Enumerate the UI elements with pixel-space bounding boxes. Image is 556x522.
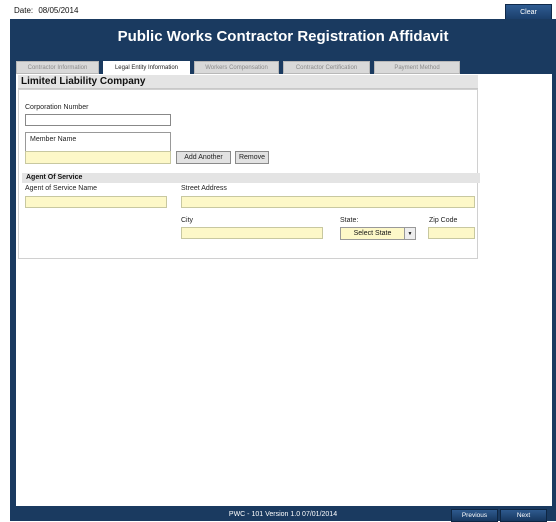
tab-workers-compensation[interactable]: Workers Compensation bbox=[194, 61, 279, 74]
state-label: State: bbox=[340, 217, 359, 224]
add-another-button[interactable]: Add Another bbox=[176, 151, 231, 164]
agent-name-label: Agent of Service Name bbox=[25, 185, 97, 192]
zip-code-label: Zip Code bbox=[429, 217, 458, 224]
zip-code-input[interactable] bbox=[428, 227, 475, 239]
date-display: Date: 08/05/2014 bbox=[14, 6, 78, 15]
agent-name-input[interactable] bbox=[25, 196, 167, 208]
street-address-input[interactable] bbox=[181, 196, 475, 208]
city-input[interactable] bbox=[181, 227, 323, 239]
tab-legal-entity-information[interactable]: Legal Entity Information bbox=[103, 61, 190, 74]
footer-bar: PWC - 101 Version 1.0 07/01/2014 Previou… bbox=[10, 508, 556, 522]
remove-button[interactable]: Remove bbox=[235, 151, 269, 164]
state-select-value: Select State bbox=[353, 230, 392, 237]
tab-contractor-certification[interactable]: Contractor Certification bbox=[283, 61, 370, 74]
tab-bar: Contractor Information Legal Entity Info… bbox=[16, 61, 464, 74]
clear-button[interactable]: Clear bbox=[505, 4, 552, 20]
member-name-input[interactable] bbox=[25, 151, 171, 164]
city-label: City bbox=[181, 217, 194, 224]
state-select[interactable]: Select State ▼ bbox=[340, 227, 416, 240]
top-bar: Date: 08/05/2014 Clear bbox=[0, 0, 556, 20]
agent-of-service-heading: Agent Of Service bbox=[22, 173, 480, 183]
chevron-down-icon[interactable]: ▼ bbox=[404, 228, 415, 239]
tab-content: Limited Liability Company Corporation Nu… bbox=[16, 74, 552, 506]
section-title: Limited Liability Company bbox=[18, 75, 478, 89]
page-title: Public Works Contractor Registration Aff… bbox=[117, 28, 449, 45]
llc-panel: Corporation Number Member Name Add Anoth… bbox=[18, 89, 480, 259]
member-name-label: Member Name bbox=[30, 136, 77, 143]
previous-button[interactable]: Previous bbox=[451, 509, 498, 522]
date-value: 08/05/2014 bbox=[38, 6, 79, 15]
corporation-number-input[interactable] bbox=[25, 114, 171, 126]
street-address-label: Street Address bbox=[181, 185, 227, 192]
tab-contractor-information[interactable]: Contractor Information bbox=[16, 61, 99, 74]
tab-payment-method[interactable]: Payment Method bbox=[374, 61, 460, 74]
form-frame: Public Works Contractor Registration Aff… bbox=[10, 19, 556, 522]
date-label: Date: bbox=[14, 6, 34, 15]
corporation-number-label: Corporation Number bbox=[25, 104, 89, 111]
next-button[interactable]: Next bbox=[500, 509, 547, 522]
